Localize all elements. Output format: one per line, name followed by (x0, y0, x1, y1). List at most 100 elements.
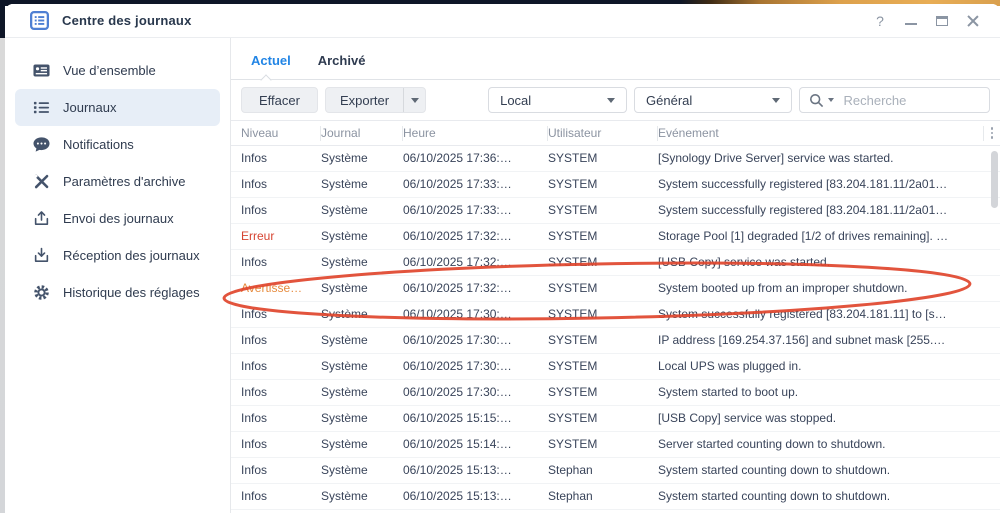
sidebar-item-label: Envoi des journaux (63, 211, 174, 226)
sidebar-item-log-receiving[interactable]: Réception des journaux (15, 237, 220, 274)
log-time: 06/10/2025 15:13:… (403, 458, 548, 483)
export-dropdown-button[interactable] (403, 88, 425, 112)
log-event: System started counting down to shutdown… (658, 458, 984, 483)
log-time: 06/10/2025 17:32:… (403, 224, 548, 249)
sidebar-item-label: Journaux (63, 100, 116, 115)
log-level: Infos (241, 328, 321, 353)
table-row[interactable]: Infos Système 06/10/2025 17:32:… SYSTEM … (231, 250, 1000, 276)
log-user: SYSTEM (548, 406, 658, 431)
search-icon (809, 93, 824, 108)
log-journal: Système (321, 198, 403, 223)
toolbar: Effacer Exporter Local Général (231, 80, 1000, 120)
sidebar-item-label: Paramètres d'archive (63, 174, 185, 189)
window-controls: ? (873, 14, 984, 28)
log-event: [USB Copy] service was started. (658, 250, 984, 275)
log-journal: Système (321, 380, 403, 405)
column-header-niveau[interactable]: Niveau (241, 126, 321, 141)
table-row[interactable]: Infos Système 06/10/2025 15:14:… SYSTEM … (231, 432, 1000, 458)
table-row[interactable]: Infos Système 06/10/2025 17:30:… SYSTEM … (231, 302, 1000, 328)
sidebar-item-archive-settings[interactable]: Paramètres d'archive (15, 163, 220, 200)
log-level: Infos (241, 250, 321, 275)
log-time: 06/10/2025 17:32:… (403, 250, 548, 275)
category-select[interactable]: Général (634, 87, 791, 113)
log-time: 06/10/2025 15:13:… (403, 484, 548, 509)
log-event: System successfully registered [83.204.1… (658, 302, 984, 327)
export-button[interactable]: Exporter (326, 88, 403, 112)
log-user: SYSTEM (548, 276, 658, 301)
close-button[interactable] (966, 14, 980, 28)
sidebar-item-label: Historique des réglages (63, 285, 200, 300)
maximize-icon (936, 16, 948, 26)
titlebar[interactable]: Centre des journaux ? (5, 4, 1000, 38)
log-level: Infos (241, 198, 321, 223)
log-time: 06/10/2025 17:30:… (403, 328, 548, 353)
column-header-journal[interactable]: Journal (321, 126, 403, 141)
settings-history-icon (33, 284, 50, 301)
log-level: Avertisse… (241, 276, 321, 301)
tabs-bar: Actuel Archivé (231, 38, 1000, 80)
sidebar-item-overview[interactable]: Vue d’ensemble (15, 52, 220, 89)
log-level: Infos (241, 146, 321, 171)
table-row[interactable]: Infos Système 06/10/2025 17:33:… SYSTEM … (231, 172, 1000, 198)
log-journal: Système (321, 354, 403, 379)
log-center-window: Centre des journaux ? Vue d’ensemble Jou… (5, 4, 1000, 513)
table-row[interactable]: Infos Système 06/10/2025 17:30:… SYSTEM … (231, 354, 1000, 380)
log-journal: Système (321, 484, 403, 509)
column-header-evenement[interactable]: Evénement (658, 126, 984, 141)
table-row[interactable]: Avertisse… Système 06/10/2025 17:32:… SY… (231, 276, 1000, 302)
log-journal: Système (321, 406, 403, 431)
archive-settings-icon (33, 173, 50, 190)
log-level: Infos (241, 172, 321, 197)
log-level: Infos (241, 354, 321, 379)
search-input[interactable]: Recherche (799, 87, 990, 113)
maximize-button[interactable] (935, 14, 949, 28)
sidebar-item-log-sending[interactable]: Envoi des journaux (15, 200, 220, 237)
log-event: Server started counting down to shutdown… (658, 432, 984, 457)
tab-actuel[interactable]: Actuel (251, 53, 291, 68)
log-user: Stephan (548, 484, 658, 509)
table-row[interactable]: Infos Système 06/10/2025 15:13:… Stephan… (231, 458, 1000, 484)
log-event: System booted up from an improper shutdo… (658, 276, 984, 301)
minimize-button[interactable] (904, 14, 918, 28)
tab-archive[interactable]: Archivé (318, 53, 366, 68)
log-user: SYSTEM (548, 250, 658, 275)
chevron-down-icon (772, 98, 780, 103)
close-icon (967, 15, 979, 27)
log-user: Stephan (548, 458, 658, 483)
table-row[interactable]: Erreur Système 06/10/2025 17:32:… SYSTEM… (231, 224, 1000, 250)
log-event: System successfully registered [83.204.1… (658, 172, 984, 197)
table-row[interactable]: Infos Système 06/10/2025 17:30:… SYSTEM … (231, 328, 1000, 354)
export-split-button: Exporter (325, 87, 426, 113)
column-header-utilisateur[interactable]: Utilisateur (548, 126, 658, 141)
table-row[interactable]: Infos Système 06/10/2025 15:13:… Stephan… (231, 484, 1000, 510)
log-level: Infos (241, 458, 321, 483)
main-panel: Actuel Archivé Effacer Exporter Local (231, 38, 1000, 513)
notifications-icon (33, 136, 50, 153)
chevron-down-icon (607, 98, 615, 103)
source-select[interactable]: Local (488, 87, 627, 113)
log-time: 06/10/2025 17:33:… (403, 172, 548, 197)
log-journal: Système (321, 224, 403, 249)
column-settings-icon[interactable] (984, 121, 1000, 145)
chevron-down-icon (411, 98, 419, 103)
table-row[interactable]: Infos Système 06/10/2025 17:33:… SYSTEM … (231, 198, 1000, 224)
screen: Centre des journaux ? Vue d’ensemble Jou… (0, 0, 1000, 513)
log-event: System started to boot up. (658, 380, 984, 405)
table-row[interactable]: Infos Système 06/10/2025 15:15:… SYSTEM … (231, 406, 1000, 432)
search-options-chevron-icon[interactable] (828, 98, 834, 102)
window-title: Centre des journaux (62, 13, 192, 28)
table-row[interactable]: Infos Système 06/10/2025 17:36:… SYSTEM … (231, 146, 1000, 172)
clear-button[interactable]: Effacer (241, 87, 318, 113)
log-level: Infos (241, 406, 321, 431)
column-header-heure[interactable]: Heure (403, 126, 548, 141)
help-button[interactable]: ? (873, 14, 887, 28)
sidebar-item-journaux[interactable]: Journaux (15, 89, 220, 126)
vertical-scrollbar-thumb[interactable] (991, 151, 998, 208)
log-user: SYSTEM (548, 328, 658, 353)
log-level: Infos (241, 484, 321, 509)
log-time: 06/10/2025 15:15:… (403, 406, 548, 431)
sidebar-item-settings-history[interactable]: Historique des réglages (15, 274, 220, 311)
table-row[interactable]: Infos Système 06/10/2025 17:30:… SYSTEM … (231, 380, 1000, 406)
log-journal: Système (321, 458, 403, 483)
sidebar-item-notifications[interactable]: Notifications (15, 126, 220, 163)
